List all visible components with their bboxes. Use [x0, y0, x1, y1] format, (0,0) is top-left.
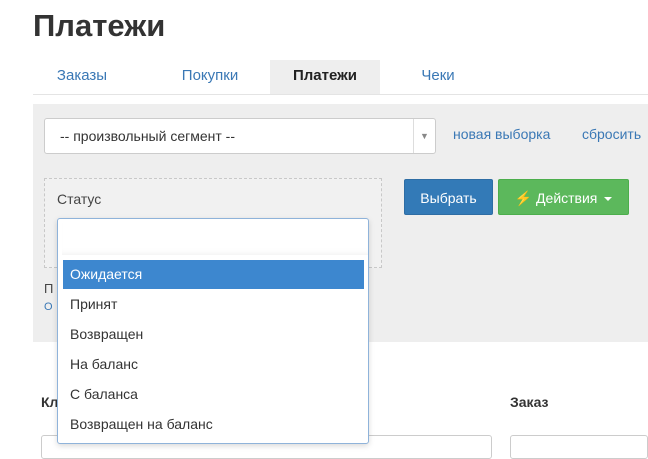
status-search-input[interactable]	[62, 223, 368, 255]
lightning-icon: ⚡	[514, 190, 533, 206]
caret-down-icon	[604, 197, 613, 202]
tab-receipts[interactable]: Чеки	[383, 60, 493, 94]
segment-select[interactable]: -- произвольный сегмент -- ▼	[44, 118, 436, 154]
partial-link[interactable]: О	[44, 301, 53, 313]
reset-link[interactable]: сбросить	[582, 126, 641, 142]
status-option[interactable]: С баланса	[63, 380, 364, 409]
status-option[interactable]: Возвращен	[63, 320, 364, 349]
status-option[interactable]: Возвращен на баланс	[63, 410, 364, 439]
tab-purchases[interactable]: Покупки	[155, 60, 265, 94]
select-button[interactable]: Выбрать	[404, 179, 493, 215]
actions-button-label: Действия	[536, 190, 598, 206]
status-option[interactable]: Ожидается	[63, 260, 364, 289]
chevron-down-icon[interactable]: ▼	[413, 119, 435, 153]
page-title: Платежи	[33, 8, 166, 43]
order-filter-field[interactable]	[510, 435, 648, 459]
column-header-order: Заказ	[510, 394, 549, 410]
status-option[interactable]: На баланс	[63, 350, 364, 379]
status-dropdown: Ожидается Принят Возвращен На баланс С б…	[57, 218, 369, 444]
tabs-bar: Заказы Покупки Платежи Чеки	[33, 60, 648, 95]
column-header-client: Кл	[41, 394, 59, 410]
tab-payments[interactable]: Платежи	[270, 60, 380, 94]
new-selection-link[interactable]: новая выборка	[453, 126, 550, 142]
status-label: Статус	[57, 191, 102, 207]
actions-button[interactable]: ⚡ Действия	[498, 179, 629, 215]
status-option[interactable]: Принят	[63, 290, 364, 319]
segment-select-value: -- произвольный сегмент --	[60, 128, 235, 144]
tab-orders[interactable]: Заказы	[33, 60, 131, 94]
partial-label: П	[44, 281, 54, 296]
